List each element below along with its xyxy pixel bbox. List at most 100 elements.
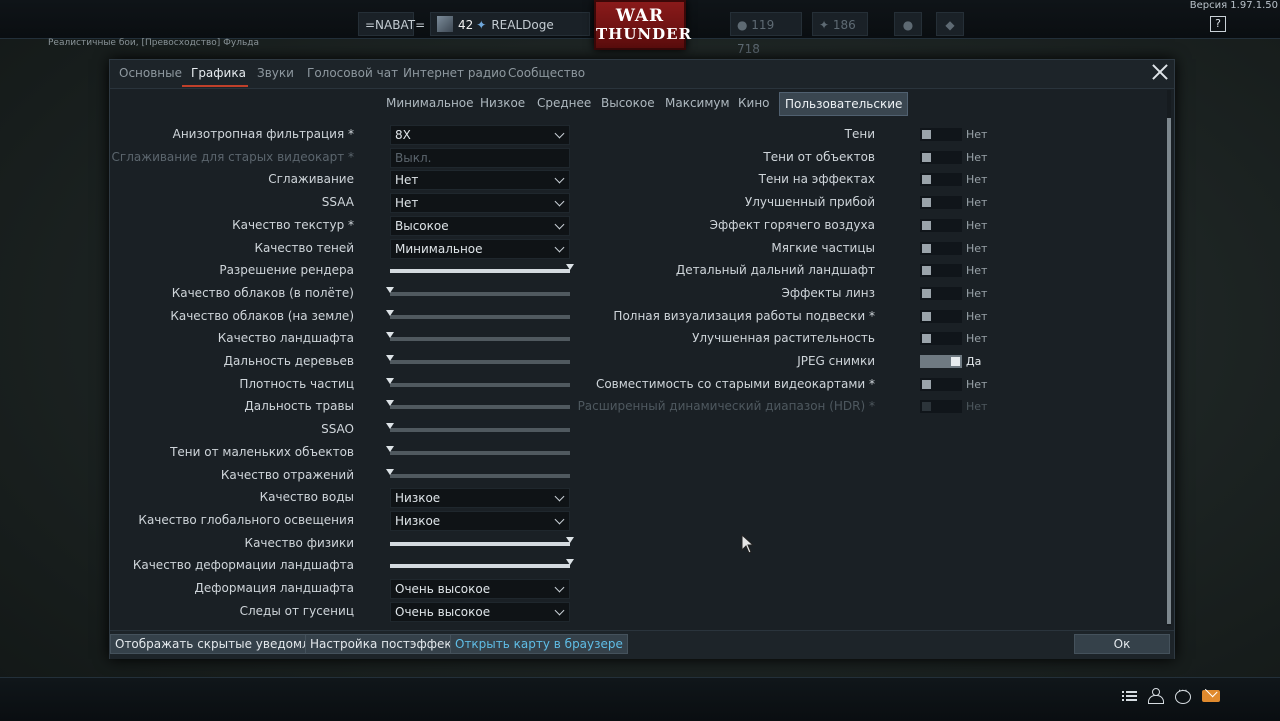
setting-row: Сглаживание Нет bbox=[110, 170, 580, 192]
setting-row: Тени от маленьких объектов bbox=[110, 443, 580, 465]
setting-slider[interactable] bbox=[386, 309, 570, 319]
toggle-switch[interactable] bbox=[920, 218, 962, 232]
slider-thumb[interactable] bbox=[386, 377, 394, 384]
slider-thumb[interactable] bbox=[386, 468, 394, 475]
toggle-switch[interactable] bbox=[920, 355, 962, 368]
open-map-button[interactable]: Открыть карту в браузере bbox=[450, 634, 628, 654]
setting-dropdown[interactable]: Высокое bbox=[390, 215, 570, 236]
silver-lions[interactable]: ● 119 718 bbox=[730, 12, 802, 56]
slider-thumb[interactable] bbox=[386, 400, 394, 407]
setting-dropdown[interactable]: 8X bbox=[390, 125, 570, 145]
slot-icon-b[interactable]: ◆ bbox=[936, 12, 964, 36]
version-label: Версия 1.97.1.50 bbox=[1189, 0, 1278, 11]
toggle-switch[interactable] bbox=[920, 332, 962, 346]
toggle-switch[interactable] bbox=[920, 377, 962, 391]
setting-slider[interactable] bbox=[386, 286, 570, 296]
preset-1[interactable]: Минимальное bbox=[381, 92, 479, 114]
player-profile[interactable]: 42 ✦ REALDoge bbox=[430, 12, 590, 36]
setting-label: Качество воды bbox=[259, 490, 354, 505]
setting-label: Качество облаков (в полёте) bbox=[171, 285, 354, 300]
setting-slider[interactable] bbox=[386, 468, 570, 478]
setting-row: Качество отражений bbox=[110, 466, 580, 488]
list-icon[interactable] bbox=[1122, 688, 1138, 704]
slider-thumb[interactable] bbox=[566, 536, 574, 543]
setting-dropdown[interactable]: Нет bbox=[390, 193, 570, 214]
setting-slider[interactable] bbox=[386, 400, 570, 410]
rank-icon: ✦ bbox=[476, 18, 487, 32]
preset-6[interactable]: Кино bbox=[733, 92, 775, 114]
setting-label: Плотность частиц bbox=[239, 376, 354, 391]
toggle-value: Да bbox=[966, 355, 982, 368]
slider-thumb[interactable] bbox=[566, 559, 574, 566]
toggle-row: Эффекты линз Нет bbox=[610, 284, 990, 306]
setting-row: Дальность травы bbox=[110, 397, 580, 419]
setting-dropdown[interactable]: Нет bbox=[390, 170, 570, 191]
slider-thumb[interactable] bbox=[386, 445, 394, 452]
preset-5[interactable]: Максимум bbox=[660, 92, 735, 114]
tab-4[interactable]: Голосовой чат bbox=[307, 66, 398, 80]
clan-tag[interactable]: =NABAT= bbox=[358, 12, 425, 36]
tab-6[interactable]: Сообщество bbox=[508, 66, 585, 80]
setting-slider[interactable] bbox=[390, 559, 574, 569]
preset-2[interactable]: Низкое bbox=[475, 92, 530, 114]
setting-label: Качество деформации ландшафта bbox=[132, 558, 354, 573]
toggle-switch[interactable] bbox=[920, 196, 962, 210]
setting-slider[interactable] bbox=[390, 536, 574, 546]
tab-2[interactable]: Графика bbox=[191, 66, 246, 80]
dropdown-value: Низкое bbox=[395, 491, 441, 506]
preset-4[interactable]: Высокое bbox=[596, 92, 660, 114]
setting-slider[interactable] bbox=[386, 332, 570, 342]
setting-slider[interactable] bbox=[386, 423, 570, 433]
chat-icon[interactable] bbox=[1175, 686, 1191, 704]
setting-dropdown[interactable]: Низкое bbox=[390, 488, 570, 509]
setting-dropdown[interactable]: Минимальное bbox=[390, 238, 570, 259]
help-icon[interactable]: ? bbox=[1210, 16, 1226, 32]
toggle-switch[interactable] bbox=[920, 150, 962, 164]
setting-dropdown[interactable]: Очень высокое bbox=[390, 579, 570, 599]
slider-thumb[interactable] bbox=[386, 332, 394, 339]
setting-dropdown[interactable]: Низкое bbox=[390, 510, 570, 531]
slider-thumb[interactable] bbox=[386, 355, 394, 361]
toggle-switch[interactable] bbox=[920, 173, 962, 187]
setting-slider[interactable] bbox=[386, 377, 570, 387]
preset-7[interactable]: Пользовательские bbox=[779, 92, 909, 116]
toggle-switch[interactable] bbox=[920, 264, 962, 278]
logo-line1: WAR bbox=[615, 6, 665, 26]
toggle-value: Нет bbox=[966, 332, 988, 346]
toggle-switch[interactable] bbox=[920, 286, 962, 300]
research-points-value: 186 bbox=[832, 18, 856, 32]
tab-3[interactable]: Звуки bbox=[257, 66, 294, 80]
slot-icon-a[interactable]: ● bbox=[894, 12, 922, 36]
setting-slider[interactable] bbox=[390, 264, 574, 274]
toggle-switch[interactable] bbox=[920, 309, 962, 323]
mail-icon[interactable] bbox=[1202, 690, 1220, 702]
slider-thumb[interactable] bbox=[566, 264, 574, 271]
slider-thumb[interactable] bbox=[386, 309, 394, 316]
setting-slider[interactable] bbox=[386, 445, 570, 455]
toggle-row: Улучшенная растительность Нет bbox=[610, 329, 990, 351]
toggle-switch[interactable] bbox=[920, 128, 962, 141]
contacts-icon[interactable] bbox=[1148, 688, 1164, 704]
slider-thumb[interactable] bbox=[386, 286, 394, 293]
scrollbar[interactable] bbox=[1167, 90, 1171, 626]
ok-button[interactable]: Ок bbox=[1074, 634, 1170, 654]
preset-3[interactable]: Среднее bbox=[532, 92, 596, 114]
toggle-row: Улучшенный прибой Нет bbox=[610, 193, 990, 215]
slider-thumb[interactable] bbox=[386, 423, 394, 430]
scrollbar-thumb[interactable] bbox=[1167, 118, 1171, 624]
setting-label: Следы от гусениц bbox=[239, 603, 354, 618]
research-points[interactable]: ✦ 186 bbox=[812, 12, 868, 36]
toggle-switch[interactable] bbox=[920, 241, 962, 255]
toggle-row: Полная визуализация работы подвески * Нет bbox=[610, 307, 990, 329]
toggle-value: Нет bbox=[966, 196, 988, 210]
setting-label: Разрешение рендера bbox=[219, 263, 354, 278]
setting-label: Дальность травы bbox=[244, 399, 354, 414]
toggle-row: Эффект горячего воздуха Нет bbox=[610, 216, 990, 238]
setting-dropdown[interactable]: Очень высокое bbox=[390, 601, 570, 622]
tab-1[interactable]: Основные bbox=[119, 66, 182, 80]
dropdown-value: Нет bbox=[395, 173, 419, 188]
setting-label: Сглаживание bbox=[268, 172, 354, 187]
close-icon[interactable] bbox=[1151, 63, 1169, 81]
tab-5[interactable]: Интернет радио bbox=[403, 66, 506, 80]
setting-slider[interactable] bbox=[386, 355, 570, 364]
